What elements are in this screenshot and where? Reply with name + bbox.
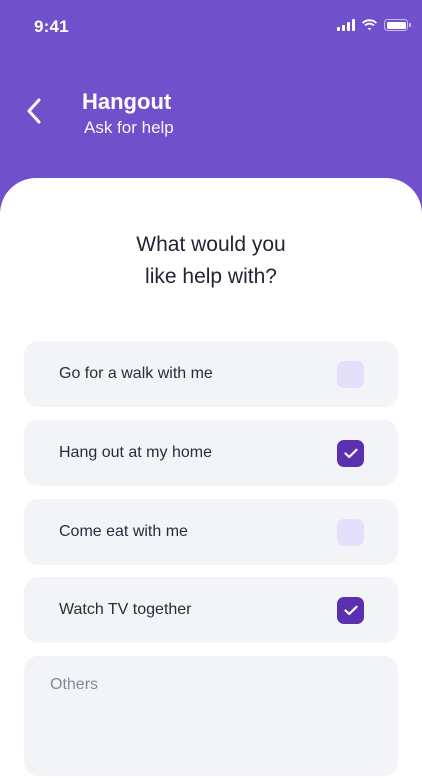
option-hang-out[interactable]: Hang out at my home [24, 420, 398, 486]
question-heading: What would you like help with? [0, 229, 422, 293]
option-label: Come eat with me [59, 523, 188, 540]
option-watch-tv[interactable]: Watch TV together [24, 577, 398, 643]
checkmark-icon [343, 605, 358, 616]
chevron-left-icon [27, 98, 41, 124]
option-label: Go for a walk with me [59, 365, 213, 382]
question-line-1: What would you [136, 233, 286, 256]
status-icons [337, 19, 411, 31]
others-input[interactable] [24, 656, 398, 776]
status-time: 9:41 [34, 17, 69, 36]
battery-icon [384, 19, 411, 31]
option-checkbox[interactable] [337, 361, 364, 388]
checkmark-icon [343, 448, 358, 459]
wifi-icon [362, 19, 377, 31]
cellular-signal-icon [337, 19, 355, 31]
option-label: Watch TV together [59, 601, 192, 618]
page-title: Hangout [82, 89, 172, 114]
option-label: Hang out at my home [59, 444, 212, 461]
option-come-eat[interactable]: Come eat with me [24, 499, 398, 565]
page-subtitle: Ask for help [84, 118, 174, 137]
option-checkbox[interactable] [337, 519, 364, 546]
back-button[interactable] [20, 94, 48, 128]
question-line-2: like help with? [145, 265, 277, 288]
option-go-for-walk[interactable]: Go for a walk with me [24, 341, 398, 407]
header: Hangout Ask for help [0, 56, 422, 186]
option-checkbox[interactable] [337, 597, 364, 624]
option-checkbox[interactable] [337, 440, 364, 467]
status-bar: 9:41 [0, 0, 422, 56]
